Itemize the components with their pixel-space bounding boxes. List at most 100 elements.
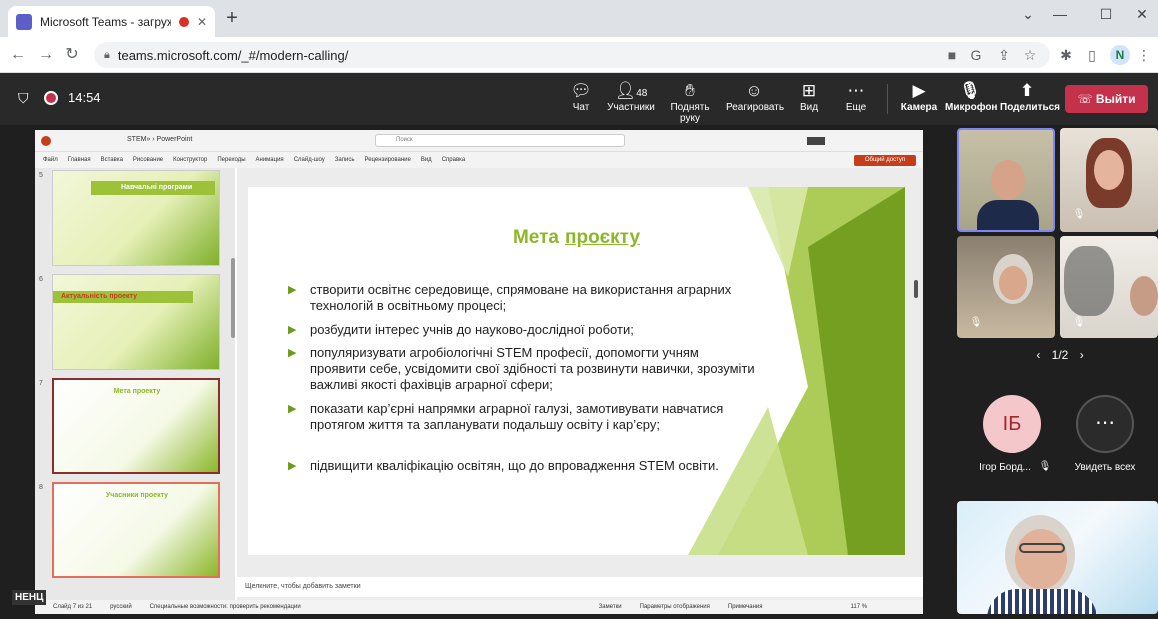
view-grid-icon: ⊞ (801, 81, 817, 100)
url-input[interactable]: 🔒︎ teams.microsoft.com/_#/modern-calling… (94, 42, 1050, 68)
slide-thumbnail[interactable]: Актуальність проекту (52, 274, 220, 370)
view-button[interactable]: ⊞ Вид (794, 80, 824, 120)
forward-button[interactable]: → (36, 45, 56, 65)
camera-icon: ▶︎ (912, 81, 926, 100)
comments-toggle[interactable]: Примечания (728, 604, 763, 610)
notes-input[interactable]: Щелкните, чтобы добавить заметки (237, 577, 923, 597)
slide-scrollbar[interactable] (914, 280, 918, 298)
phone-icon: ☏ (1077, 92, 1093, 106)
google-icon[interactable]: G (966, 45, 986, 65)
bullet-arrow-icon: ▶ (288, 284, 297, 296)
microphone-button[interactable]: 🎙︎ Микрофон (945, 80, 997, 120)
camera-label: Камера (900, 102, 938, 113)
thumb-title: Учасники проекту (105, 492, 169, 499)
camera-permission-icon[interactable]: ■ (942, 45, 962, 65)
slide-thumbnail-selected[interactable]: Мета проекту (52, 378, 220, 474)
menu-item[interactable]: Слайд-шоу (294, 157, 325, 163)
display-settings[interactable]: Параметры отображения (640, 604, 710, 610)
hand-icon: ✋︎ (685, 81, 695, 100)
powerpoint-share-button[interactable]: Общий доступ (854, 155, 916, 166)
react-button[interactable]: ☺ Реагировать (726, 80, 785, 120)
more-button[interactable]: ⋯ Еще (840, 80, 872, 120)
tab-search-icon[interactable]: ⌄ (1018, 4, 1038, 24)
chat-button[interactable]: 💬︎ Чат (563, 80, 599, 120)
maximize-button[interactable]: ☐ (1096, 4, 1116, 24)
menu-item[interactable]: Справка (442, 157, 466, 163)
thumb-number: 5 (39, 172, 43, 179)
slide-thumbnail[interactable]: Учасники проекту (52, 482, 220, 578)
participants-button[interactable]: 👤︎48 Участники (606, 80, 656, 120)
bullet-item: ▶ створити освітнє середовище, спрямоване… (288, 282, 732, 313)
minimize-button[interactable]: — (1050, 4, 1070, 24)
bullet-arrow-icon: ▶ (288, 403, 297, 415)
extensions-icon[interactable]: ✱ (1056, 45, 1076, 65)
browser-tab[interactable]: Microsoft Teams - загружае ✕ (8, 6, 215, 37)
menu-item[interactable]: Главная (68, 157, 91, 163)
person-face (1094, 150, 1124, 190)
participants-label: Участники (607, 102, 655, 113)
tab-title: Microsoft Teams - загружае (40, 14, 171, 29)
menu-item[interactable]: Анимация (256, 157, 284, 163)
glasses (1019, 543, 1065, 553)
view-label: Вид (799, 102, 819, 113)
zoom-level[interactable]: 117 % (851, 604, 868, 610)
menu-item[interactable]: Переходы (217, 157, 245, 163)
back-button[interactable]: ← (8, 45, 28, 65)
reload-button[interactable]: ↻ (62, 45, 82, 65)
current-slide[interactable]: Мета проєкту ▶ створити освітнє середовище… (248, 187, 905, 555)
person-face (991, 160, 1025, 200)
bookmark-star-icon[interactable]: ☆ (1020, 45, 1040, 65)
pager-text: 1/2 (1051, 348, 1069, 362)
participant-name: Ігор Борд... (979, 462, 1031, 473)
prev-page-icon[interactable]: ‹ (1036, 348, 1040, 362)
side-panel-icon[interactable]: ▯ (1082, 45, 1102, 65)
menu-item[interactable]: Вид (421, 157, 432, 163)
person-body (987, 589, 1097, 614)
powerpoint-titlebar: STEM» › PowerPoint Поиск (35, 130, 923, 152)
mic-muted-icon: 🎙︎ (1072, 209, 1086, 220)
browser-menu-icon[interactable]: ⋮ (1134, 45, 1154, 65)
menu-item[interactable]: Рецензирование (364, 157, 410, 163)
menu-item[interactable]: Вставка (101, 157, 123, 163)
menu-item[interactable]: Запись (335, 157, 355, 163)
gallery-pager: ‹ 1/2 › (1030, 348, 1090, 362)
recording-indicator-icon (44, 91, 58, 105)
menu-item[interactable]: Рисование (133, 157, 163, 163)
slide-thumbnail[interactable]: Навчальні програми (52, 170, 220, 266)
lock-icon: 🔒︎ (104, 48, 110, 61)
thumbnail-scrollbar[interactable] (231, 258, 235, 338)
share-page-icon[interactable]: ⇪ (994, 45, 1014, 65)
next-page-icon[interactable]: › (1080, 348, 1084, 362)
menu-item[interactable]: Конструктор (173, 157, 207, 163)
plant-shadow (1064, 246, 1114, 316)
camera-button[interactable]: ▶︎ Камера (900, 80, 938, 120)
see-all-button[interactable]: ⋯ (1076, 395, 1134, 453)
mic-muted-icon: 🎙︎ (1072, 317, 1086, 328)
slide-title: Мета проєкту (248, 227, 905, 249)
self-video-tile[interactable] (957, 501, 1158, 614)
participant-avatar[interactable]: ІБ (983, 395, 1041, 453)
video-tile-speaker[interactable] (957, 128, 1055, 232)
person-face (999, 266, 1027, 300)
share-label: Поделиться (1000, 102, 1061, 113)
profile-avatar[interactable]: N (1110, 45, 1130, 65)
accessibility-status[interactable]: Специальные возможности: проверить реком… (150, 604, 301, 610)
slide-thumbnails-panel: 5 Навчальні програми 6 Актуальність прое… (35, 168, 235, 600)
new-tab-button[interactable]: + (222, 8, 242, 28)
close-window-button[interactable]: ✕ (1132, 4, 1152, 24)
powerpoint-search-input[interactable]: Поиск (375, 134, 625, 147)
person-face (1015, 529, 1067, 589)
share-button[interactable]: ⬆︎ Поделиться (1000, 80, 1061, 120)
thumb-number: 8 (39, 484, 43, 491)
notes-toggle[interactable]: Заметки (599, 604, 622, 610)
close-tab-icon[interactable]: ✕ (197, 15, 207, 29)
leave-button[interactable]: ☏ Выйти (1065, 85, 1148, 113)
menu-item[interactable]: Файл (43, 157, 58, 163)
video-tile[interactable]: 🎙︎ (957, 236, 1055, 338)
react-label: Реагировать (726, 102, 785, 113)
raise-hand-button[interactable]: ✋︎ Поднять руку (660, 80, 720, 124)
video-tile[interactable]: 🎙︎ (1060, 128, 1158, 232)
participants-icon: 👤︎ (614, 81, 637, 100)
video-tile[interactable]: 🎙︎ (1060, 236, 1158, 338)
url-text: teams.microsoft.com/_#/modern-calling/ (117, 47, 349, 63)
